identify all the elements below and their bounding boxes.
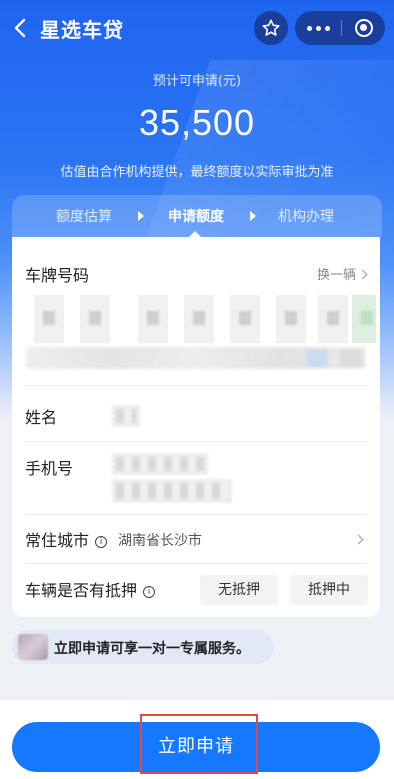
blurred-key bbox=[306, 349, 328, 367]
chevron-right-icon[interactable] bbox=[353, 534, 364, 545]
step-estimate: 额度估算 bbox=[56, 209, 112, 225]
plate-new-energy-cell[interactable] bbox=[352, 295, 376, 343]
info-icon[interactable]: i bbox=[143, 586, 156, 598]
plate-keyboard-blurred bbox=[26, 347, 366, 369]
plate-char-cell[interactable] bbox=[276, 295, 306, 343]
top-bar: 星选车贷 bbox=[0, 0, 394, 56]
name-value-blurred[interactable] bbox=[112, 405, 140, 427]
mini-program-capsule bbox=[295, 11, 385, 45]
application-form-card: 车牌号码 换一辆 姓名 手机号 常住城市 i 湖南省长沙市 车辆是否有抵押 i 无抵… bbox=[12, 237, 380, 617]
divider bbox=[25, 514, 367, 515]
plate-char-cell[interactable] bbox=[318, 295, 348, 343]
page-title: 星选车贷 bbox=[40, 18, 124, 42]
step-arrow-icon bbox=[138, 211, 144, 221]
city-value[interactable]: 湖南省长沙市 bbox=[118, 530, 202, 550]
no-mortgage-option[interactable]: 无抵押 bbox=[200, 575, 278, 605]
switch-vehicle-text: 换一辆 bbox=[316, 268, 356, 283]
info-icon[interactable]: i bbox=[95, 536, 108, 548]
step-apply: 申请额度 bbox=[168, 209, 224, 225]
step-institution: 机构办理 bbox=[278, 209, 334, 225]
name-label: 姓名 bbox=[25, 408, 58, 427]
plate-char-cell[interactable] bbox=[34, 295, 64, 343]
more-dots-icon bbox=[306, 25, 330, 31]
highlight-box bbox=[140, 714, 258, 774]
plate-char-cell[interactable] bbox=[184, 295, 214, 343]
divider bbox=[25, 441, 367, 442]
plate-number-input[interactable] bbox=[22, 295, 376, 343]
back-arrow-icon[interactable] bbox=[10, 16, 32, 40]
phone-label: 手机号 bbox=[25, 459, 74, 478]
mortgage-label-text: 车辆是否有抵押 bbox=[25, 581, 138, 600]
blurred-key bbox=[340, 349, 362, 367]
plate-char-cell[interactable] bbox=[230, 295, 260, 343]
step-arrow-icon bbox=[250, 211, 256, 221]
favorite-button[interactable] bbox=[254, 11, 288, 45]
divider bbox=[25, 563, 367, 564]
mortgaged-option[interactable]: 抵押中 bbox=[290, 575, 368, 605]
chevron-right-icon bbox=[357, 269, 368, 280]
phone-value-blurred[interactable] bbox=[112, 453, 208, 475]
star-icon bbox=[262, 19, 280, 36]
mortgage-label: 车辆是否有抵押 i bbox=[25, 577, 156, 601]
switch-vehicle-link[interactable]: 换一辆 bbox=[316, 264, 368, 283]
quota-label: 预计可申请(元) bbox=[152, 74, 242, 89]
quota-note: 估值由合作机构提供，最终额度以实际审批为准 bbox=[60, 165, 334, 180]
more-button[interactable] bbox=[295, 11, 341, 45]
city-label-text: 常住城市 bbox=[25, 531, 90, 550]
service-banner: 立即申请可享一对一专属服务。 bbox=[12, 630, 274, 664]
plate-number-label: 车牌号码 bbox=[25, 266, 90, 285]
plate-char-cell[interactable] bbox=[80, 295, 110, 343]
close-mini-program-button[interactable] bbox=[342, 11, 385, 45]
service-banner-text: 立即申请可享一对一专属服务。 bbox=[54, 641, 250, 657]
plate-char-cell[interactable] bbox=[138, 295, 168, 343]
avatar bbox=[18, 634, 48, 660]
phone-value-blurred[interactable] bbox=[112, 479, 232, 503]
city-label: 常住城市 i bbox=[25, 527, 108, 551]
divider bbox=[25, 385, 367, 386]
target-close-icon bbox=[354, 19, 373, 37]
quota-amount: 35,500 bbox=[138, 102, 256, 143]
